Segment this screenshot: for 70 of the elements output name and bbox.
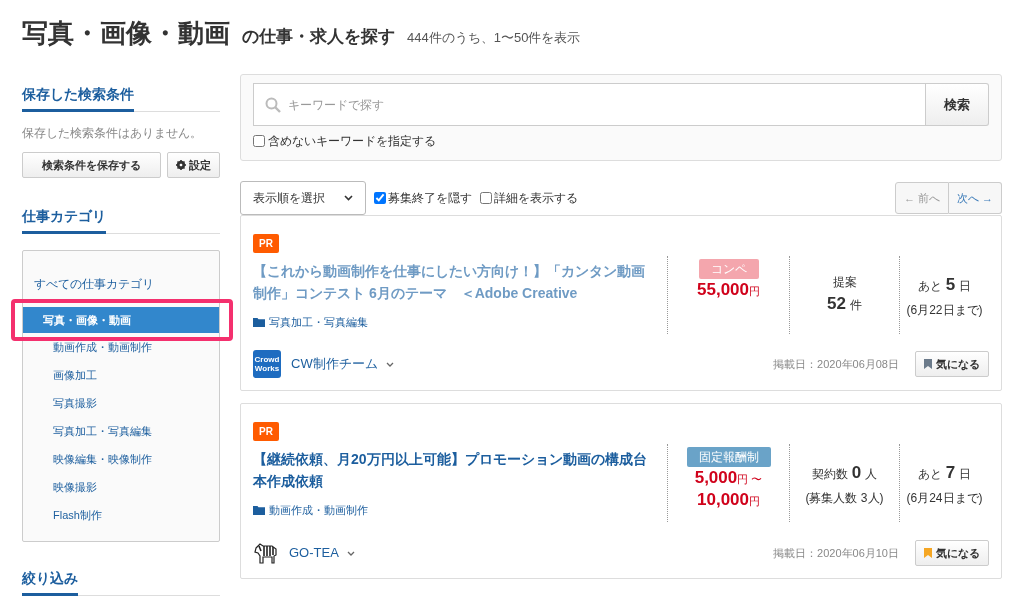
stat-label: 提案 — [832, 274, 857, 292]
category-item[interactable]: 写真・画像・動画 — [23, 307, 219, 333]
stat-label: 契約数 — [811, 466, 848, 484]
folder-icon — [253, 317, 265, 328]
bookmark-button[interactable]: 気になる — [915, 540, 989, 566]
pr-badge: PR — [253, 234, 279, 253]
checkbox-label: 募集終了を隠す — [388, 190, 472, 207]
caret-icon[interactable] — [385, 361, 394, 367]
option-checkbox[interactable] — [480, 192, 492, 204]
job-title-link[interactable]: 【継続依頼、月20万円以上可能】プロモーション動画の構成台本作成依頼 — [253, 448, 655, 492]
section-heading: 仕事カテゴリ — [22, 206, 106, 234]
posted-date: 掲載日：2020年06月10日 — [773, 545, 899, 561]
price: 5,000円 〜 — [694, 468, 763, 489]
next-page-button[interactable]: 次へ → — [948, 182, 1002, 214]
bookmark-icon — [924, 359, 932, 369]
company-logo: Crowd Works — [253, 350, 281, 378]
folder-icon — [253, 505, 265, 516]
page-subtitle: の仕事・求人を探す — [242, 26, 395, 48]
deadline-label: あと — [917, 278, 942, 296]
subcategory-item[interactable]: 動画作成・動画制作 — [23, 333, 219, 361]
search-button[interactable]: 検索 — [926, 83, 989, 126]
stat-unit: 件 — [849, 297, 862, 315]
search-icon — [265, 97, 281, 113]
payment-type-badge: コンペ — [698, 259, 759, 279]
pr-badge: PR — [253, 422, 279, 441]
empty-message: 保存した検索条件はありません。 — [22, 125, 203, 142]
stat-unit: 人 — [865, 466, 878, 484]
posted-date: 掲載日：2020年06月08日 — [773, 356, 899, 372]
checkbox-label: 詳細を表示する — [494, 190, 578, 207]
page-title: 写真・画像・動画 — [22, 17, 230, 50]
deadline-label: あと — [917, 466, 942, 484]
caret-icon[interactable] — [346, 550, 355, 556]
deadline-value: 7 — [945, 462, 956, 485]
subcategory-item[interactable]: 画像加工 — [23, 361, 219, 389]
subcategory-item[interactable]: Flash制作 — [23, 501, 219, 529]
stat-note: (募集人数 3人) — [805, 489, 884, 506]
deadline-unit: 日 — [959, 466, 972, 484]
caret-icon — [344, 195, 353, 201]
exclude-checkbox[interactable] — [253, 135, 265, 147]
stat-value: 52 — [827, 293, 846, 316]
subcategory-item[interactable]: 写真加工・写真編集 — [23, 417, 219, 445]
save-search-button[interactable]: 検索条件を保存する — [22, 152, 161, 178]
deadline-value: 5 — [945, 274, 956, 297]
settings-button[interactable]: 設定 — [167, 152, 220, 178]
stat-value: 0 — [851, 462, 862, 485]
price: 55,000円 — [697, 280, 760, 301]
category-link[interactable]: すべての仕事カテゴリ — [23, 275, 219, 293]
subcategory-item[interactable]: 写真撮影 — [23, 389, 219, 417]
client-name-link[interactable]: GO-TEA — [289, 543, 339, 563]
deadline-note: (6月24日まで) — [906, 489, 983, 506]
section-heading: 絞り込み — [22, 568, 78, 596]
subcategory-item[interactable]: 映像編集・映像制作 — [23, 445, 219, 473]
result-count: 444件のうち、1〜50件を表示 — [407, 29, 581, 47]
sort-dropdown[interactable]: 表示順を選択 — [240, 181, 366, 215]
checkbox-label: 含めないキーワードを指定する — [268, 133, 436, 150]
client-name-link[interactable]: CW制作チーム — [291, 354, 378, 374]
option-checkbox[interactable] — [374, 192, 386, 204]
category-link[interactable]: 動画作成・動画制作 — [269, 502, 368, 519]
bookmark-icon — [924, 548, 932, 558]
search-field[interactable]: キーワードで探す — [253, 83, 926, 126]
category-link[interactable]: 写真加工・写真編集 — [269, 314, 368, 331]
gear-icon — [176, 160, 186, 170]
section-heading: 保存した検索条件 — [22, 84, 134, 112]
deadline-unit: 日 — [959, 278, 972, 296]
bookmark-button[interactable]: 気になる — [915, 351, 989, 377]
payment-type-badge: 固定報酬制 — [686, 447, 771, 467]
deadline-note: (6月22日まで) — [906, 301, 983, 318]
subcategory-item[interactable]: 映像撮影 — [23, 473, 219, 501]
price: 10,000円 — [697, 490, 760, 511]
zebra-icon — [253, 541, 279, 565]
